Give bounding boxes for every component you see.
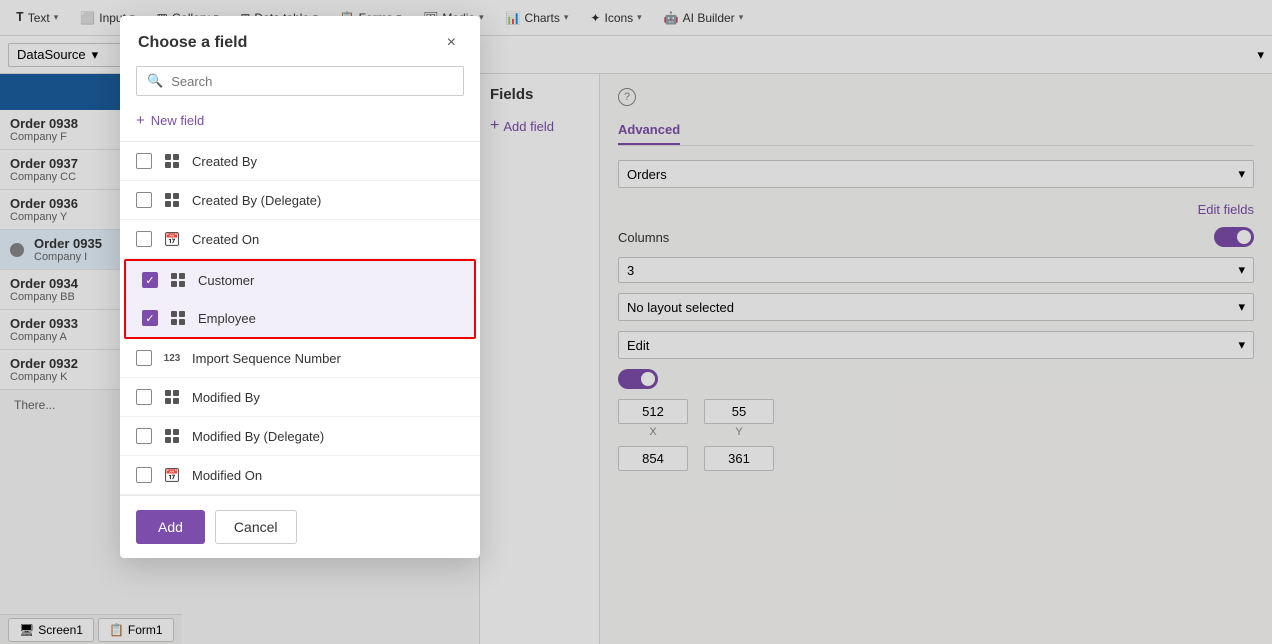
dialog-title: Choose a field — [138, 34, 247, 52]
cancel-button[interactable]: Cancel — [215, 510, 297, 544]
field-type-icon — [162, 190, 182, 210]
field-name-modified-by: Modified By — [192, 390, 464, 405]
dialog-search-container[interactable]: 🔍 — [136, 66, 464, 96]
field-item-modified-by-delegate[interactable]: Modified By (Delegate) — [120, 417, 480, 456]
field-checkbox-modified-delegate[interactable] — [136, 428, 152, 444]
field-name-created-on: Created On — [192, 232, 464, 247]
field-item-created-by[interactable]: Created By — [120, 142, 480, 181]
search-icon: 🔍 — [147, 73, 163, 89]
field-type-icon: 123 — [162, 348, 182, 368]
main-area: Northwind Ord... Order 0938 Company F ⚠ … — [0, 74, 1272, 644]
field-type-icon: 📅 — [162, 229, 182, 249]
dialog-header: Choose a field × — [120, 16, 480, 66]
field-item-customer[interactable]: ✓ Customer — [124, 259, 476, 301]
dialog-close-button[interactable]: × — [441, 32, 462, 54]
field-checkbox-created-on[interactable] — [136, 231, 152, 247]
add-button[interactable]: Add — [136, 510, 205, 544]
field-checkbox-modified-on[interactable] — [136, 467, 152, 483]
dialog-overlay: Choose a field × 🔍 + New field Created — [0, 0, 1272, 644]
field-checkbox-customer[interactable]: ✓ — [142, 272, 158, 288]
field-name-delegate: Created By (Delegate) — [192, 193, 464, 208]
field-type-icon — [162, 426, 182, 446]
field-name-customer: Customer — [198, 273, 458, 288]
new-field-button[interactable]: + New field — [136, 108, 204, 133]
plus-icon: + — [136, 112, 145, 129]
field-name-import-seq: Import Sequence Number — [192, 351, 464, 366]
field-name-employee: Employee — [198, 311, 458, 326]
field-item-created-by-delegate[interactable]: Created By (Delegate) — [120, 181, 480, 220]
field-type-icon — [168, 270, 188, 290]
field-type-icon: 📅 — [162, 465, 182, 485]
field-checkbox-employee[interactable]: ✓ — [142, 310, 158, 326]
dialog-footer: Add Cancel — [120, 495, 480, 558]
field-name-modified-on: Modified On — [192, 468, 464, 483]
field-type-icon — [168, 308, 188, 328]
field-list: Created By Created By (Delegate) 📅 — [120, 141, 480, 495]
choose-field-dialog: Choose a field × 🔍 + New field Created — [120, 16, 480, 558]
field-item-import-seq[interactable]: 123 Import Sequence Number — [120, 339, 480, 378]
field-name-modified-delegate: Modified By (Delegate) — [192, 429, 464, 444]
field-item-modified-on[interactable]: 📅 Modified On — [120, 456, 480, 495]
field-checkbox-modified-by[interactable] — [136, 389, 152, 405]
field-checkbox-import-seq[interactable] — [136, 350, 152, 366]
field-item-employee[interactable]: ✓ Employee — [124, 299, 476, 339]
field-type-icon — [162, 387, 182, 407]
field-name-created-by: Created By — [192, 154, 464, 169]
field-checkbox-delegate[interactable] — [136, 192, 152, 208]
search-input[interactable] — [171, 74, 453, 89]
field-type-icon — [162, 151, 182, 171]
field-item-created-on[interactable]: 📅 Created On — [120, 220, 480, 259]
field-item-modified-by[interactable]: Modified By — [120, 378, 480, 417]
field-checkbox-created-by[interactable] — [136, 153, 152, 169]
